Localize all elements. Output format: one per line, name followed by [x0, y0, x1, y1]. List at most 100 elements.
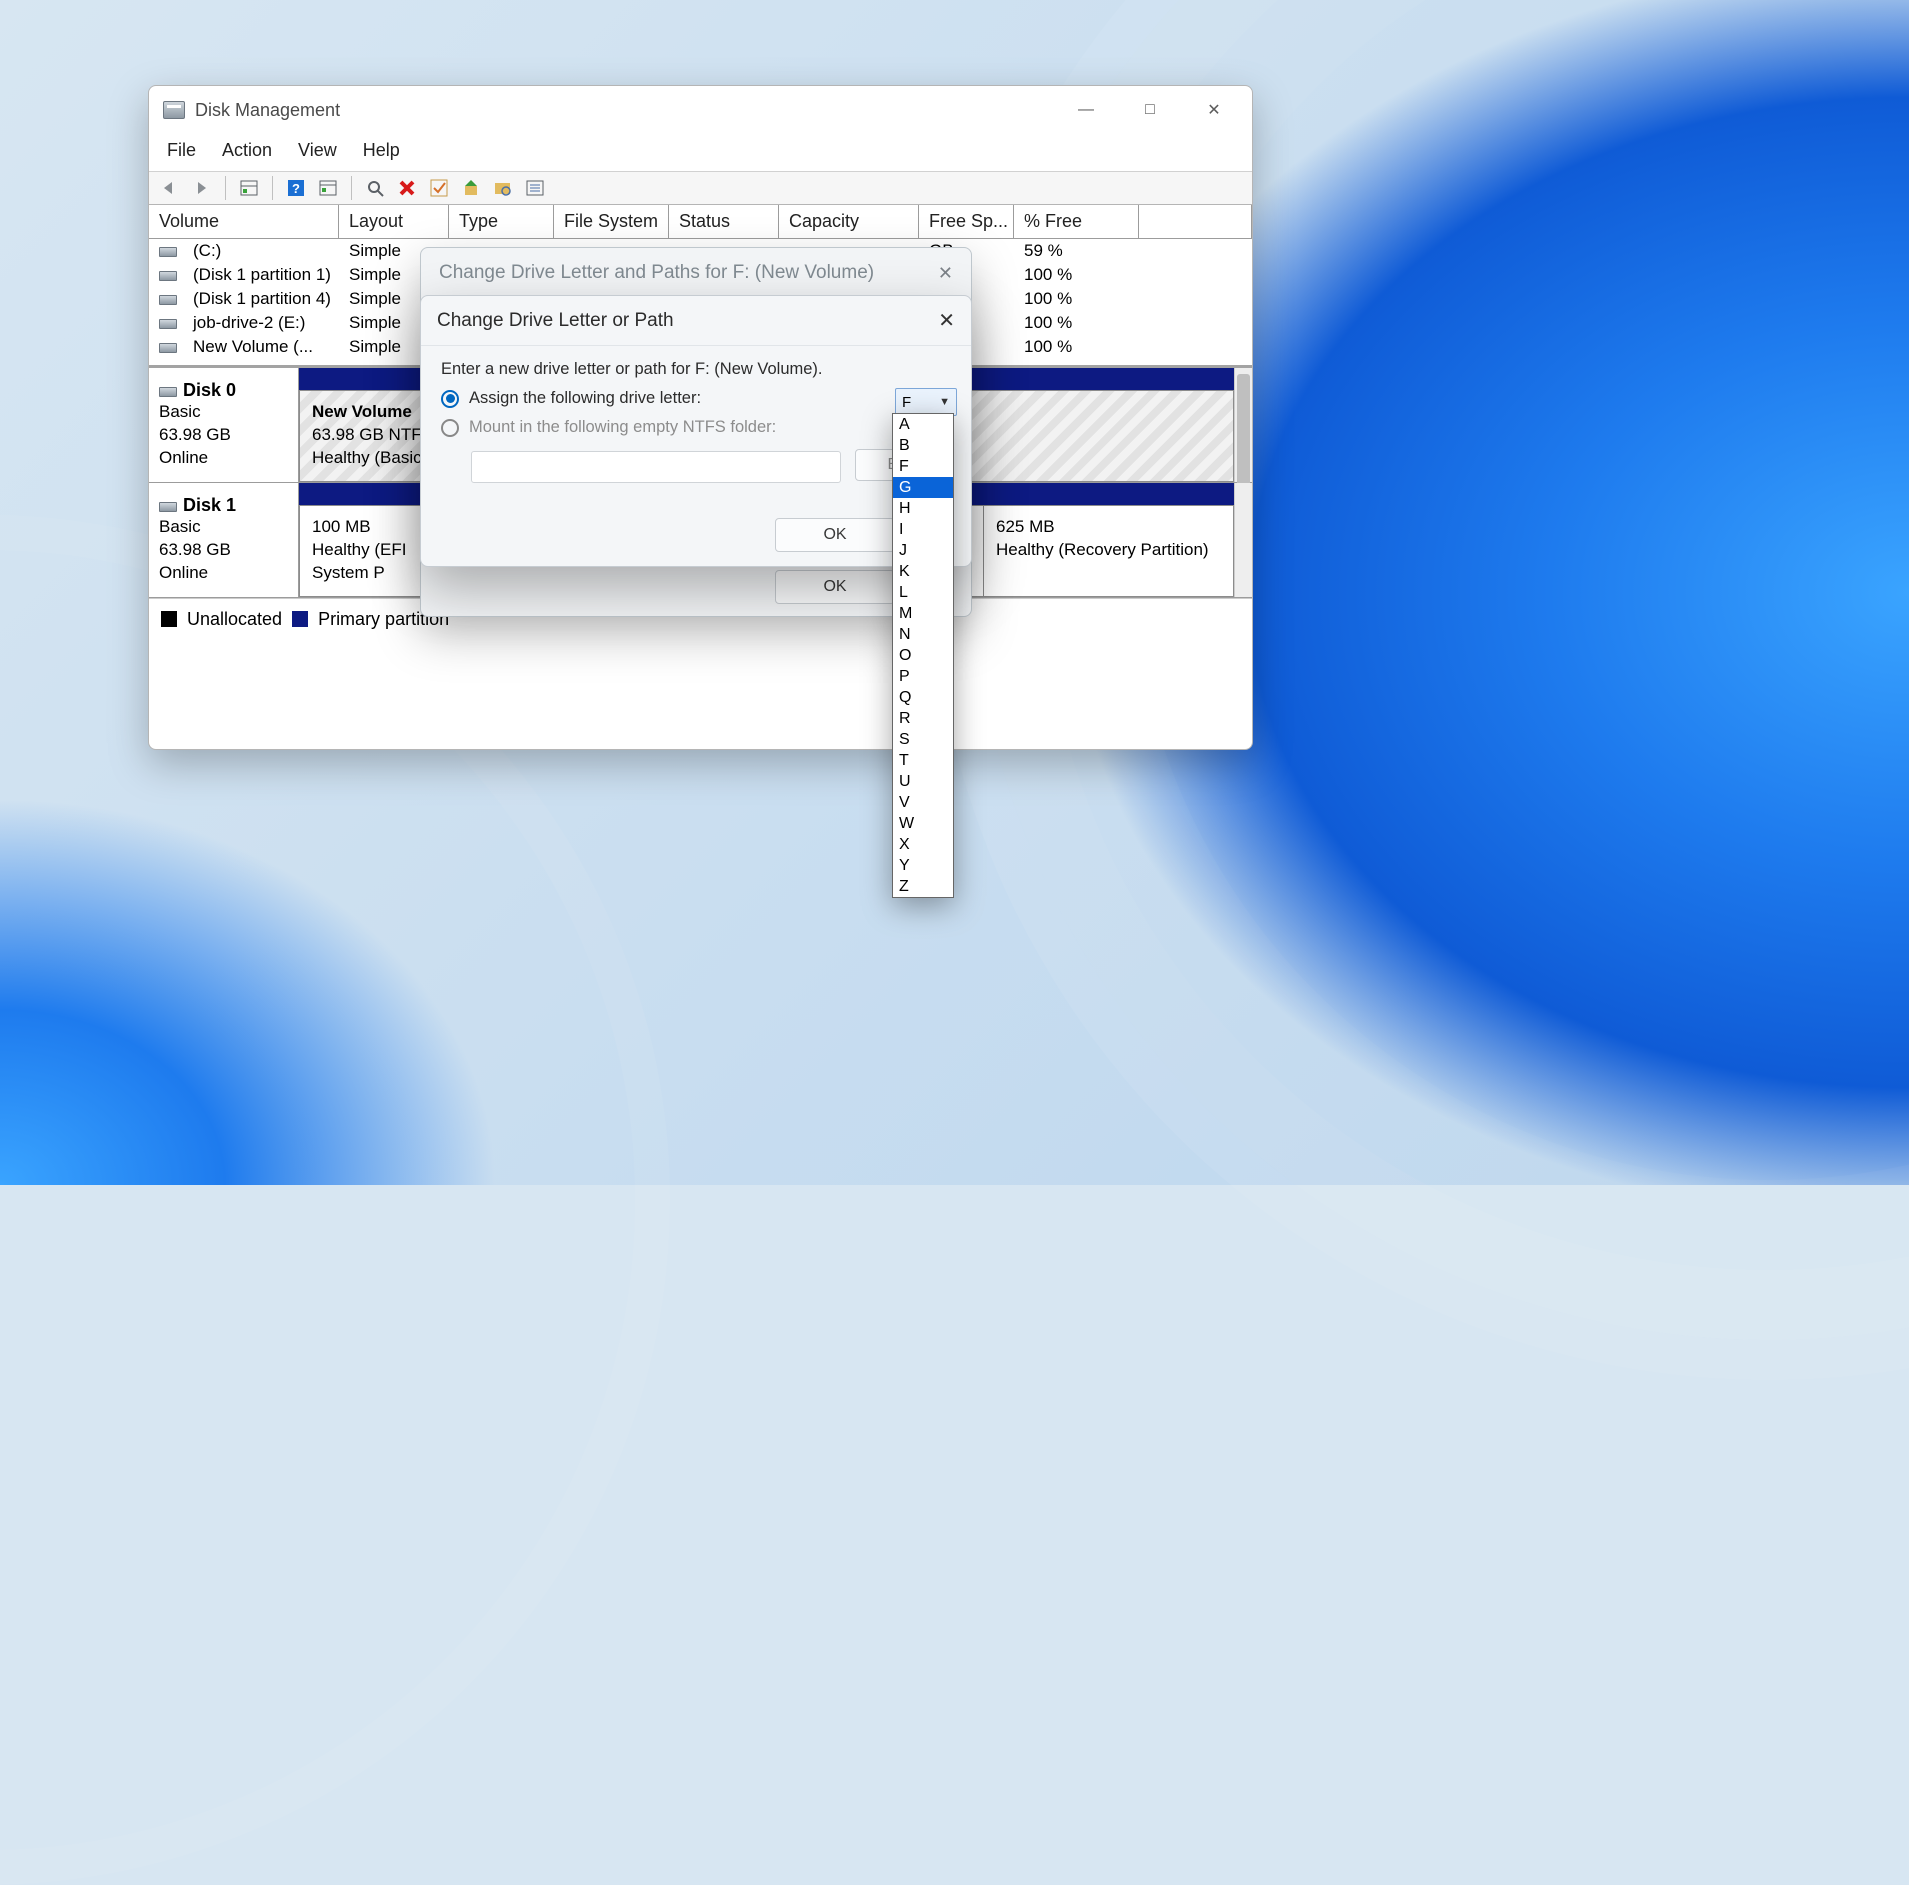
drive-letter-option[interactable]: Z	[893, 876, 953, 897]
drive-letter-option[interactable]: P	[893, 666, 953, 687]
legend-swatch-primary	[292, 611, 308, 627]
drive-letter-option[interactable]: M	[893, 603, 953, 624]
drive-letter-select[interactable]: F ▼	[895, 388, 957, 416]
vol-pct: 100 %	[1014, 264, 1139, 286]
disk-label[interactable]: Disk 0 Basic 63.98 GB Online	[149, 368, 299, 482]
up-arrow-icon[interactable]	[458, 176, 484, 200]
col-type[interactable]: Type	[449, 205, 554, 238]
view-list-icon[interactable]	[236, 176, 262, 200]
properties-icon[interactable]	[315, 176, 341, 200]
drive-letter-option[interactable]: F	[893, 456, 953, 477]
svg-text:?: ?	[292, 181, 300, 196]
ok-button[interactable]: OK	[775, 518, 895, 552]
menu-help[interactable]: Help	[363, 140, 400, 161]
chevron-down-icon: ▼	[939, 396, 950, 408]
drive-letter-option[interactable]: K	[893, 561, 953, 582]
nav-forward-icon[interactable]	[189, 176, 215, 200]
drive-letter-option[interactable]: X	[893, 834, 953, 855]
close-button[interactable]: ✕	[1182, 86, 1246, 134]
help-icon[interactable]: ?	[283, 176, 309, 200]
col-volume[interactable]: Volume	[149, 205, 339, 238]
drive-letter-dropdown[interactable]: ABFGHIJKLMNOPQRSTUVWXYZ	[892, 413, 954, 898]
vol-name: job-drive-2 (E:)	[183, 312, 315, 333]
minimize-button[interactable]: —	[1054, 86, 1118, 134]
vol-pct: 100 %	[1014, 288, 1139, 310]
drive-letter-option[interactable]: A	[893, 414, 953, 435]
vol-name: (C:)	[183, 240, 231, 261]
col-fs[interactable]: File System	[554, 205, 669, 238]
mount-path-input[interactable]	[471, 451, 841, 483]
check-icon[interactable]	[426, 176, 452, 200]
list-icon[interactable]	[522, 176, 548, 200]
disk-icon	[159, 271, 177, 281]
app-icon	[163, 101, 185, 119]
disk-name: Disk 0	[183, 380, 236, 400]
vol-name: New Volume (...	[183, 336, 323, 357]
col-pctfree[interactable]: % Free	[1014, 205, 1139, 238]
delete-icon[interactable]	[394, 176, 420, 200]
folder-search-icon[interactable]	[490, 176, 516, 200]
col-status[interactable]: Status	[669, 205, 779, 238]
menu-action[interactable]: Action	[222, 140, 272, 161]
drive-letter-option[interactable]: V	[893, 792, 953, 813]
drive-letter-option[interactable]: G	[893, 477, 953, 498]
dialog-title: Change Drive Letter and Paths for F: (Ne…	[439, 262, 874, 284]
vol-name: (Disk 1 partition 1)	[183, 264, 339, 285]
drive-letter-option[interactable]: J	[893, 540, 953, 561]
col-freespace[interactable]: Free Sp...	[919, 205, 1014, 238]
drive-letter-option[interactable]: L	[893, 582, 953, 603]
drive-letter-option[interactable]: W	[893, 813, 953, 834]
title-bar[interactable]: Disk Management — □ ✕	[149, 86, 1252, 134]
scrollbar[interactable]	[1234, 483, 1252, 597]
legend-swatch-unallocated	[161, 611, 177, 627]
volume-table-header: Volume Layout Type File System Status Ca…	[149, 205, 1252, 239]
disk-icon	[159, 387, 177, 397]
window-title: Disk Management	[195, 100, 340, 121]
disk-size: 63.98 GB	[159, 424, 288, 447]
drive-letter-option[interactable]: Q	[893, 687, 953, 708]
drive-letter-option[interactable]: T	[893, 750, 953, 771]
vol-pct: 100 %	[1014, 312, 1139, 334]
drive-letter-option[interactable]: H	[893, 498, 953, 519]
radio-assign-letter[interactable]	[441, 390, 459, 408]
menu-file[interactable]: File	[167, 140, 196, 161]
partition-line: 625 MB	[996, 516, 1221, 539]
partition-line: Healthy (Recovery Partition)	[996, 539, 1221, 562]
close-icon[interactable]: ✕	[938, 263, 953, 284]
vol-name: (Disk 1 partition 4)	[183, 288, 339, 309]
disk-name: Disk 1	[183, 495, 236, 515]
drive-letter-option[interactable]: I	[893, 519, 953, 540]
disk-icon	[159, 502, 177, 512]
menu-bar: File Action View Help	[149, 134, 1252, 171]
search-icon[interactable]	[362, 176, 388, 200]
col-layout[interactable]: Layout	[339, 205, 449, 238]
disk-type: Basic	[159, 401, 288, 424]
maximize-button[interactable]: □	[1118, 86, 1182, 134]
drive-letter-option[interactable]: O	[893, 645, 953, 666]
ok-button[interactable]: OK	[775, 570, 895, 604]
menu-view[interactable]: View	[298, 140, 337, 161]
col-capacity[interactable]: Capacity	[779, 205, 919, 238]
drive-letter-option[interactable]: N	[893, 624, 953, 645]
radio-mount-folder[interactable]	[441, 419, 459, 437]
toolbar: ?	[149, 171, 1252, 205]
disk-state: Online	[159, 447, 288, 470]
drive-letter-option[interactable]: Y	[893, 855, 953, 876]
drive-letter-option[interactable]: S	[893, 729, 953, 750]
col-end	[1139, 205, 1252, 238]
scrollbar[interactable]	[1234, 368, 1252, 482]
partition[interactable]: 625 MB Healthy (Recovery Partition)	[984, 505, 1234, 597]
drive-letter-option[interactable]: U	[893, 771, 953, 792]
disk-state: Online	[159, 562, 288, 585]
close-icon[interactable]: ✕	[938, 308, 955, 333]
radio-label: Mount in the following empty NTFS folder…	[469, 418, 776, 437]
legend-label: Unallocated	[187, 609, 282, 630]
drive-letter-option[interactable]: B	[893, 435, 953, 456]
nav-back-icon[interactable]	[157, 176, 183, 200]
vol-pct: 100 %	[1014, 336, 1139, 358]
radio-label: Assign the following drive letter:	[469, 389, 701, 408]
dialog-title: Change Drive Letter or Path	[437, 310, 674, 332]
disk-label[interactable]: Disk 1 Basic 63.98 GB Online	[149, 483, 299, 597]
disk-icon	[159, 247, 177, 257]
drive-letter-option[interactable]: R	[893, 708, 953, 729]
